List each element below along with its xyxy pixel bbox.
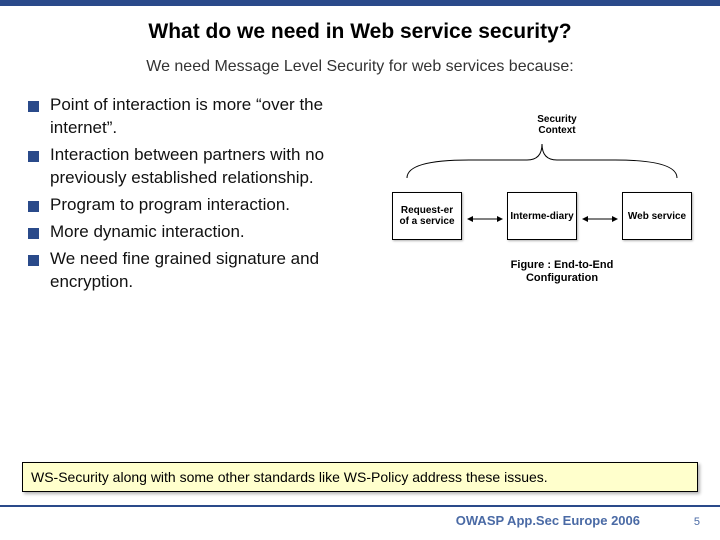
figure-caption: Figure : End-to-End Configuration bbox=[492, 259, 632, 285]
footer: OWASP App.Sec Europe 2006 bbox=[0, 505, 720, 528]
bullet-column: Point of interaction is more “over the i… bbox=[28, 94, 382, 314]
slide-title: What do we need in Web service security? bbox=[0, 20, 720, 44]
diagram-column: Security Context Request-er of a service… bbox=[382, 94, 692, 314]
bullet-list: Point of interaction is more “over the i… bbox=[28, 94, 382, 294]
diagram-boxes: Request-er of a service Interme-diary We… bbox=[392, 192, 692, 240]
double-arrow-icon bbox=[467, 211, 503, 221]
footer-text: OWASP App.Sec Europe 2006 bbox=[0, 513, 720, 528]
requester-box: Request-er of a service bbox=[392, 192, 462, 240]
slide-subtitle: We need Message Level Security for web s… bbox=[0, 58, 720, 76]
bullet-item: Interaction between partners with no pre… bbox=[28, 144, 382, 190]
footer-divider bbox=[0, 505, 720, 507]
page-number: 5 bbox=[694, 516, 700, 528]
bullet-item: We need fine grained signature and encry… bbox=[28, 248, 382, 294]
diagram: Security Context Request-er of a service… bbox=[392, 114, 692, 314]
bullet-item: Point of interaction is more “over the i… bbox=[28, 94, 382, 140]
content-area: Point of interaction is more “over the i… bbox=[0, 76, 720, 314]
brace-icon bbox=[397, 140, 687, 180]
webservice-box: Web service bbox=[622, 192, 692, 240]
top-bar bbox=[0, 0, 720, 6]
double-arrow-icon bbox=[582, 211, 618, 221]
security-context-label: Security Context bbox=[527, 114, 587, 136]
intermediary-box: Interme-diary bbox=[507, 192, 577, 240]
bullet-item: Program to program interaction. bbox=[28, 194, 382, 217]
callout-box: WS-Security along with some other standa… bbox=[22, 462, 698, 492]
bullet-item: More dynamic interaction. bbox=[28, 221, 382, 244]
